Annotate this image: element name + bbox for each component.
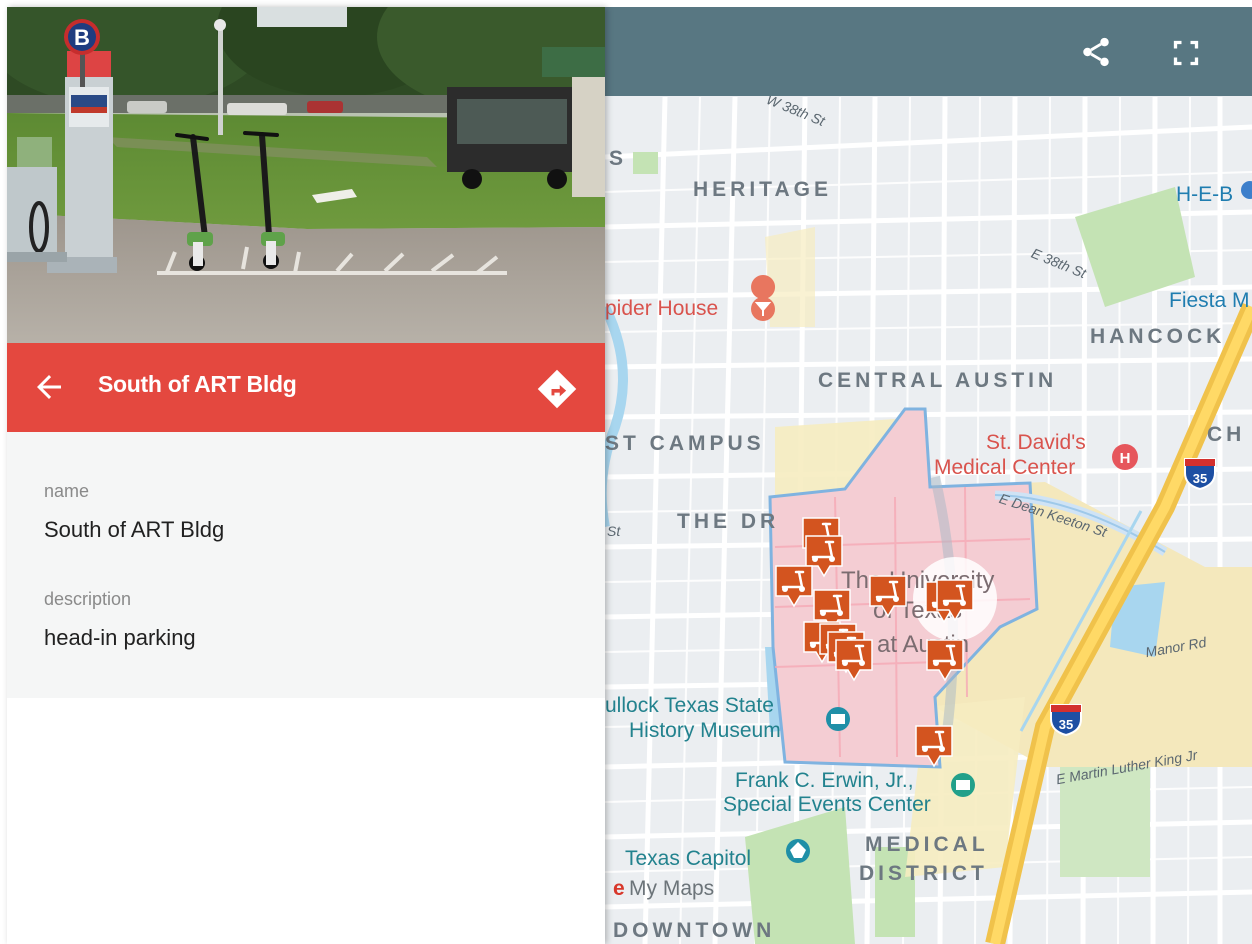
map-label-texas-capitol: Texas Capitol xyxy=(625,847,752,870)
field-label-name: name xyxy=(44,481,90,501)
hospital-poi-icon[interactable]: H xyxy=(1112,444,1138,470)
map-label-frank-erwin: Frank C. Erwin, Jr., xyxy=(735,769,914,792)
map-label-history-museum: History Museum xyxy=(629,719,781,742)
my-maps-label: My Maps xyxy=(629,877,715,900)
place-details: name South of ART Bldg description head-… xyxy=(7,432,605,698)
map-toolbar xyxy=(605,7,1252,96)
fullscreen-icon[interactable] xyxy=(1168,35,1204,71)
map-label-medical: MEDICAL xyxy=(865,833,989,856)
arrow-left-icon[interactable] xyxy=(31,369,67,405)
directions-icon[interactable] xyxy=(535,367,579,411)
svg-text:35: 35 xyxy=(1193,471,1207,486)
place-title: South of ART Bldg xyxy=(98,371,297,397)
map-label-fiesta: Fiesta M xyxy=(1169,289,1250,312)
museum-poi-icon[interactable] xyxy=(826,707,850,731)
app-window: B South of ART Bldg name South of ART Bl… xyxy=(0,0,1252,944)
map-label-district: DISTRICT xyxy=(859,862,988,885)
events-center-poi-icon[interactable] xyxy=(951,773,975,797)
photo-sign-letter: B xyxy=(74,25,90,50)
field-value-name: South of ART Bldg xyxy=(44,517,225,542)
share-icon[interactable] xyxy=(1079,35,1113,69)
map-label-hancock: HANCOCK xyxy=(1090,325,1226,348)
svg-text:35: 35 xyxy=(1059,717,1073,732)
scooter-marker-icon[interactable] xyxy=(867,573,909,621)
scooter-marker-icon[interactable] xyxy=(773,563,815,611)
svg-text:H: H xyxy=(1120,450,1131,467)
map-label-downtown: DOWNTOWN xyxy=(613,919,776,942)
place-detail-panel: B South of ART Bldg name South of ART Bl… xyxy=(7,7,605,944)
capitol-poi-icon[interactable] xyxy=(786,839,810,863)
street-label-st: St xyxy=(607,523,621,539)
grocery-poi-icon[interactable] xyxy=(1241,181,1252,199)
map-label-medical-center: Medical Center xyxy=(934,456,1076,479)
scooter-marker-icon[interactable] xyxy=(913,723,955,771)
map-label-central-austin: CENTRAL AUSTIN xyxy=(818,369,1058,392)
scooter-marker-icon[interactable] xyxy=(924,637,966,685)
field-value-description: head-in parking xyxy=(44,625,196,650)
google-brand-letter: e xyxy=(613,877,625,900)
map-label-heb: H-E-B xyxy=(1176,183,1234,206)
map-label-spider-house: pider House xyxy=(605,297,719,320)
place-title-bar: South of ART Bldg xyxy=(7,343,605,432)
map-label-the-drag: THE DR xyxy=(677,510,780,533)
map-label-west-campus: ST CAMPUS xyxy=(605,432,765,455)
map-label-partial-s: S xyxy=(609,147,628,170)
field-label-description: description xyxy=(44,589,132,609)
map-label-heritage: HERITAGE xyxy=(693,178,832,201)
selected-scooter-marker-icon[interactable] xyxy=(934,577,976,625)
interstate-shield-bottom: 35 xyxy=(1050,704,1082,737)
map-label-st-davids: St. David's xyxy=(986,431,1086,454)
map-view[interactable]: 35 35 H HERITAGE HANCOCK CENTRAL AUSTIN … xyxy=(605,7,1252,944)
scooter-marker-icon[interactable] xyxy=(833,637,875,685)
interstate-shield-top: 35 xyxy=(1184,458,1216,491)
map-label-cherrywood: CH xyxy=(1207,423,1246,446)
place-photo: B xyxy=(7,7,605,343)
map-label-bullock-museum: ullock Texas State xyxy=(605,694,774,717)
map-label-special-events-center: Special Events Center xyxy=(723,793,931,816)
